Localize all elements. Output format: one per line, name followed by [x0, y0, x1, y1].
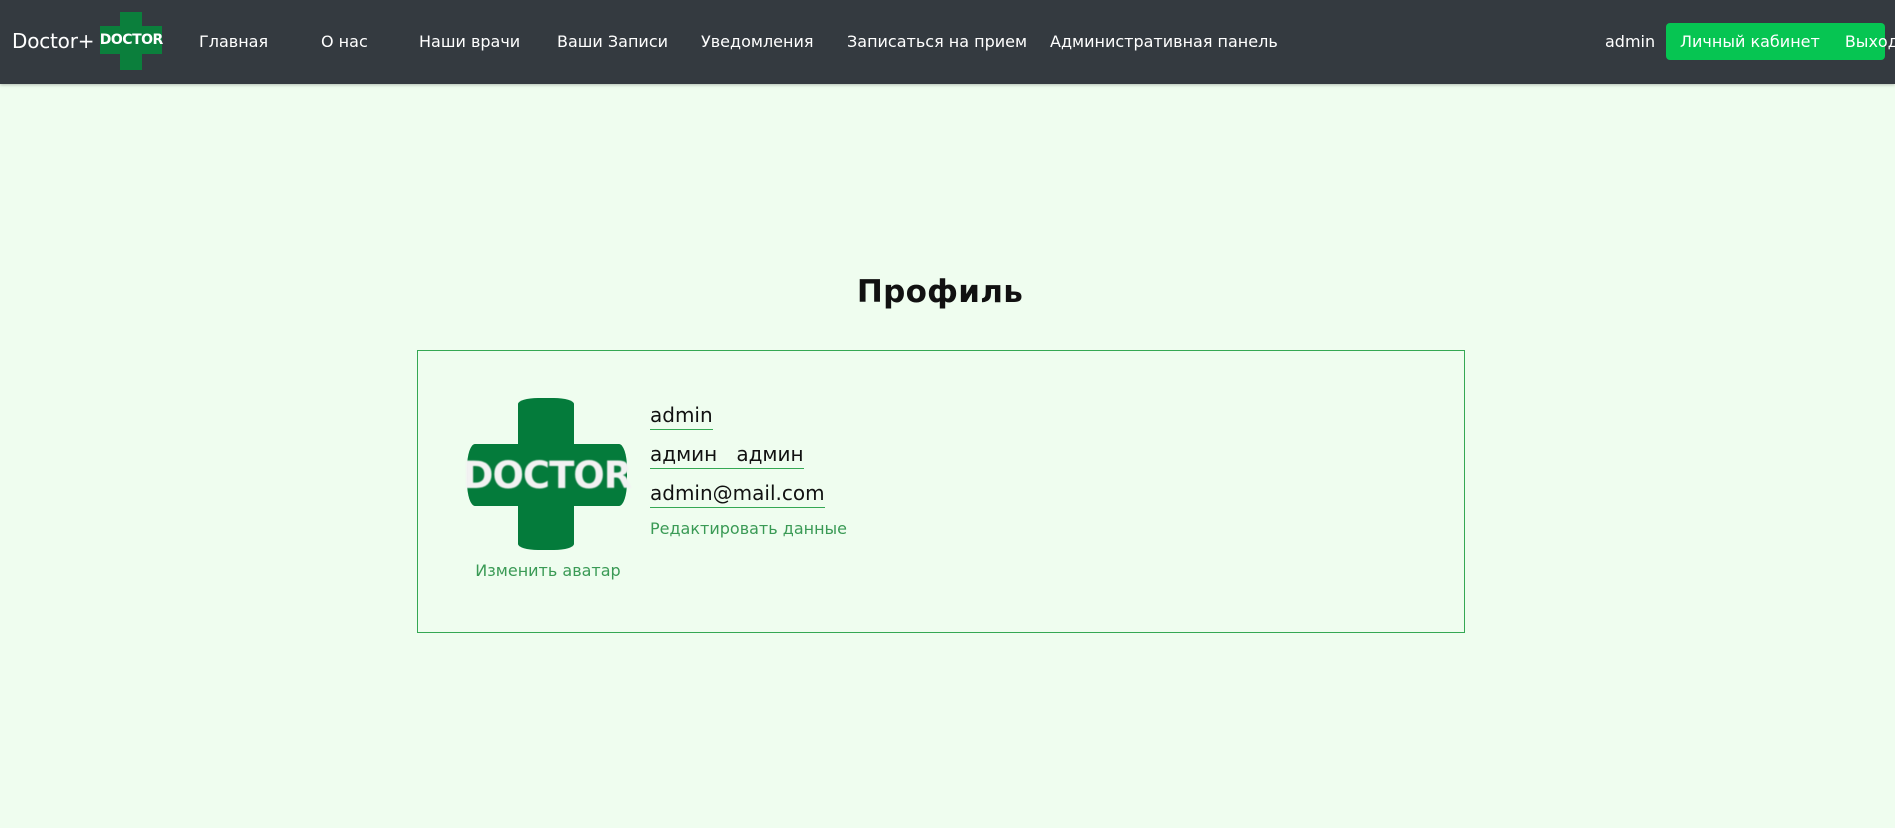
- logo-cross-icon: DOCTOR: [99, 12, 164, 70]
- page-title: Профиль: [856, 274, 1024, 310]
- profile-full-name: админ админ: [650, 441, 804, 469]
- current-username: admin: [1605, 32, 1656, 51]
- nav-item-appointments[interactable]: Ваши Записи: [557, 31, 668, 53]
- avatar-text: DOCTOR: [462, 453, 633, 497]
- change-avatar-link[interactable]: Изменить аватар: [418, 561, 678, 580]
- top-navbar: Doctor+ DOCTOR Главная О нас Наши врачи …: [0, 0, 1895, 84]
- account-button-group: Личный кабинет Выход: [1666, 23, 1895, 60]
- doctor-cross-icon: DOCTOR: [462, 398, 633, 550]
- brand-link[interactable]: Doctor+ DOCTOR: [12, 12, 164, 70]
- edit-profile-link[interactable]: Редактировать данные: [650, 519, 847, 538]
- profile-email: admin@mail.com: [650, 480, 825, 508]
- brand-name: Doctor+: [12, 29, 95, 53]
- nav-item-notifications[interactable]: Уведомления: [701, 31, 814, 53]
- nav-item-book-appointment[interactable]: Записаться на прием: [847, 31, 1027, 53]
- avatar: DOCTOR: [462, 398, 633, 550]
- personal-cabinet-button[interactable]: Личный кабинет: [1680, 23, 1820, 60]
- nav-item-doctors[interactable]: Наши врачи: [419, 31, 520, 53]
- profile-login: admin: [650, 402, 713, 430]
- profile-card: DOCTOR Изменить аватар admin админ админ…: [417, 350, 1465, 633]
- logo-text: DOCTOR: [99, 32, 164, 48]
- nav-item-about[interactable]: О нас: [321, 31, 368, 53]
- nav-item-home[interactable]: Главная: [199, 31, 268, 53]
- nav-item-admin-panel[interactable]: Административная панель: [1050, 31, 1278, 53]
- logout-button[interactable]: Выход: [1845, 23, 1895, 60]
